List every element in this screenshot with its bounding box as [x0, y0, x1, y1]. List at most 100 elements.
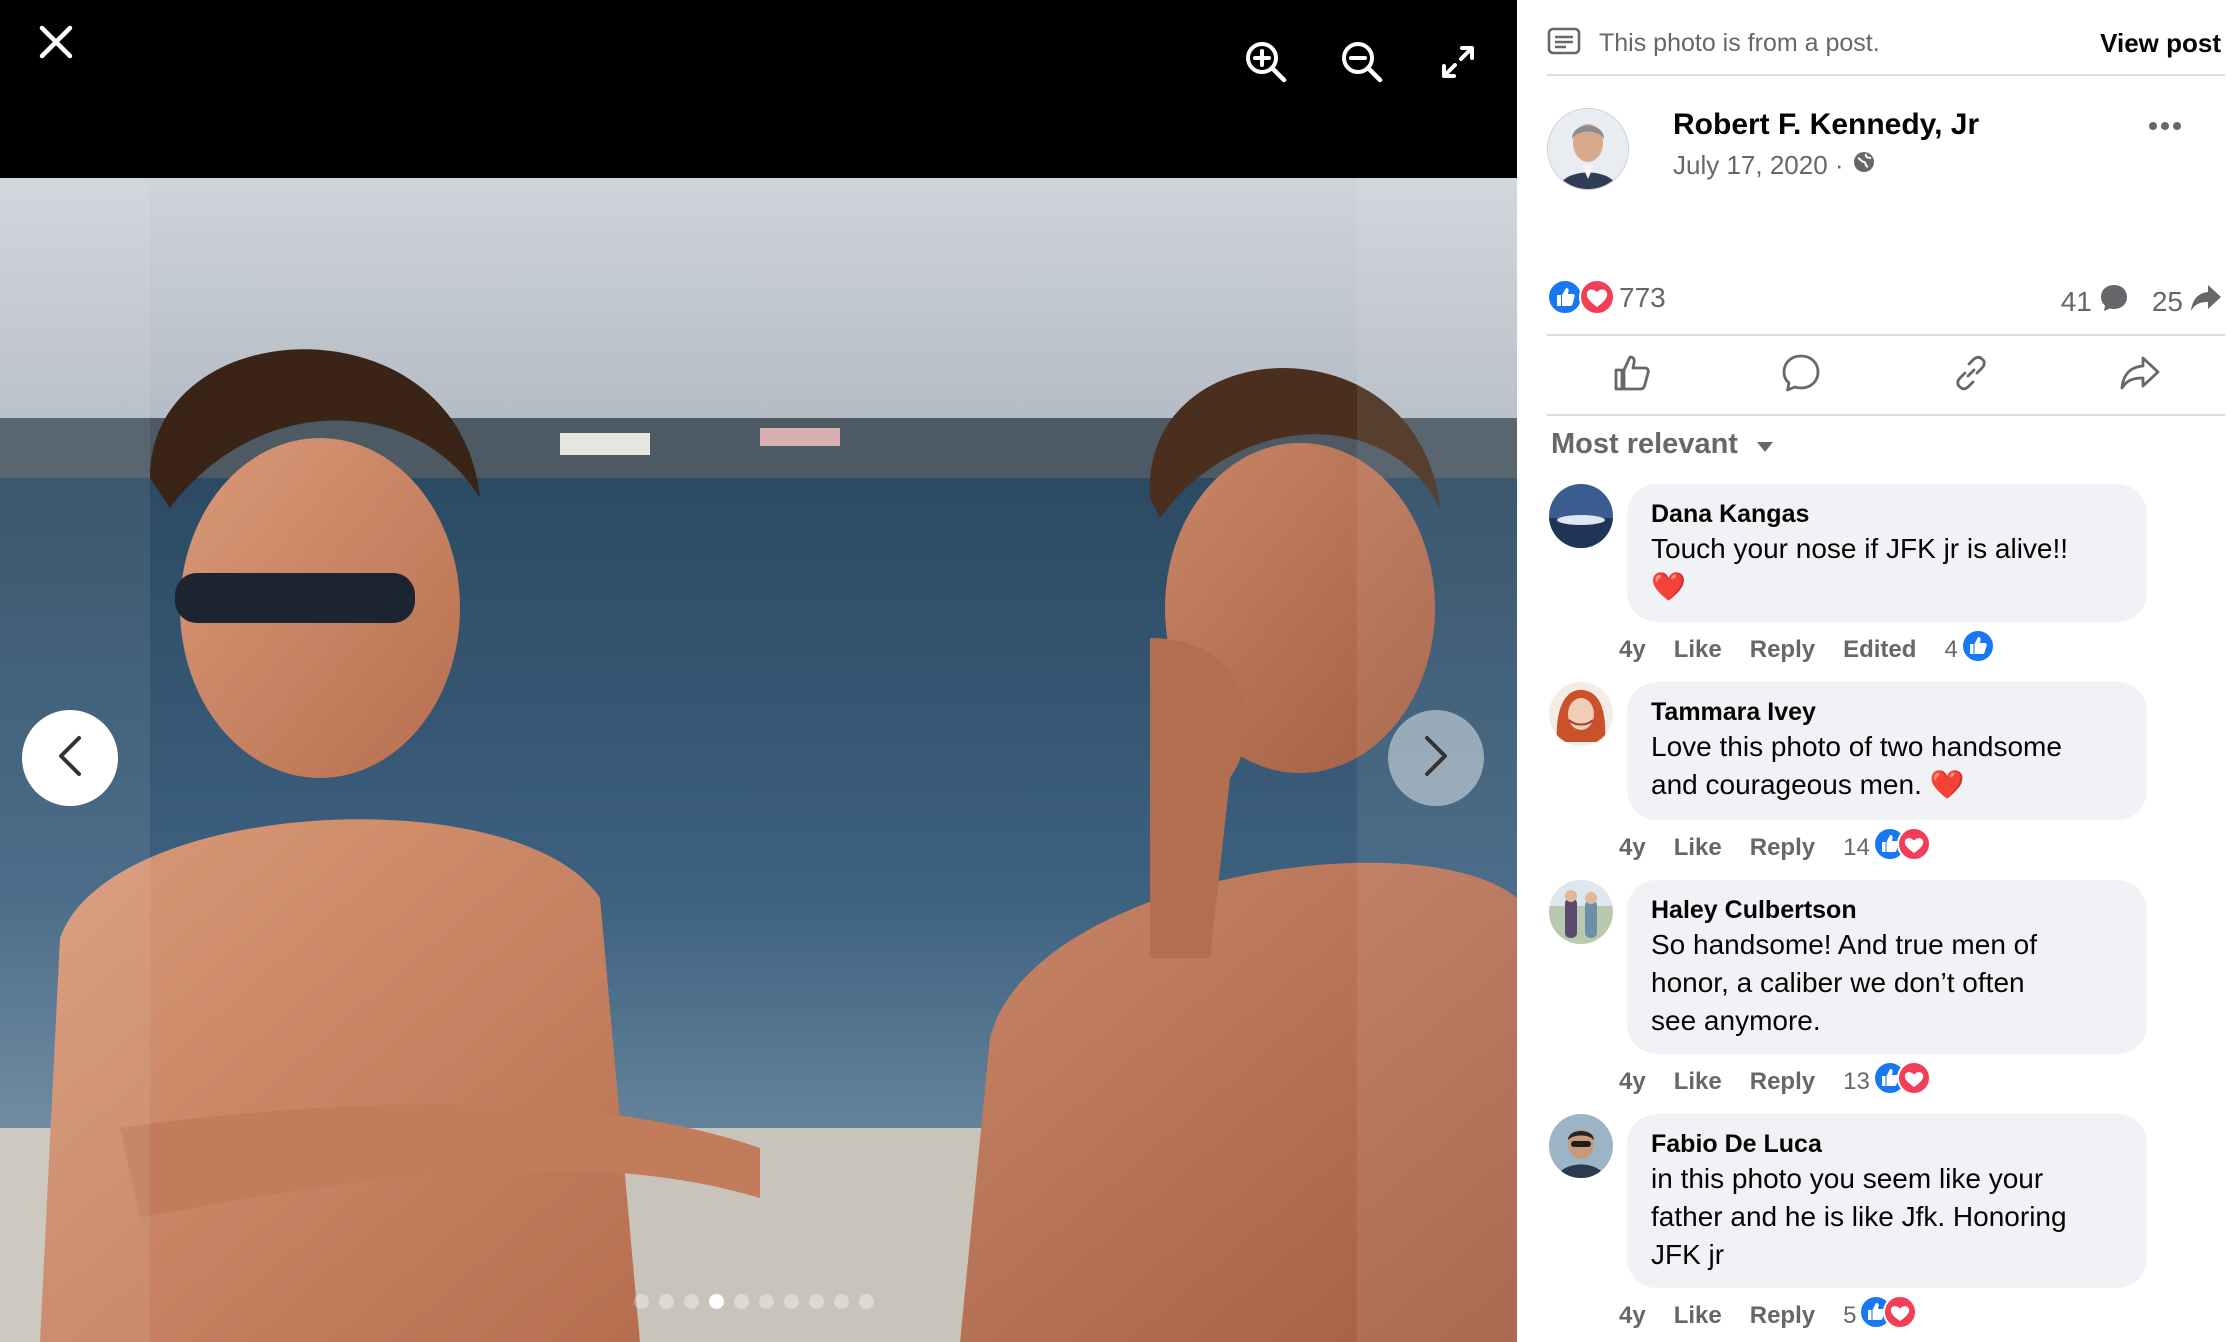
- post-stats: 773 41 25: [1547, 276, 2225, 318]
- close-icon[interactable]: [36, 22, 76, 62]
- comment-bubble: Dana Kangas Touch your nose if JFK jr is…: [1627, 484, 2147, 622]
- post-date: July 17, 2020 ·: [1673, 150, 1876, 181]
- comment-text-line: Love this photo of two handsome: [1651, 731, 2062, 762]
- view-post-link[interactable]: View post: [2100, 28, 2221, 59]
- comment-text-line: Touch your nose if JFK jr is alive!!: [1651, 533, 2069, 564]
- commenter-avatar[interactable]: [1549, 880, 1613, 944]
- comment-bubble-icon: [2098, 282, 2130, 321]
- comment-time[interactable]: 4y: [1619, 636, 1646, 664]
- comment-reaction-count[interactable]: 5: [1843, 1302, 1856, 1330]
- comment-reply-button[interactable]: Reply: [1750, 636, 1815, 664]
- comment-reply-button[interactable]: Reply: [1750, 1068, 1815, 1096]
- author-name[interactable]: Robert F. Kennedy, Jr: [1673, 108, 1979, 142]
- comment-reply-button[interactable]: Reply: [1750, 1302, 1815, 1330]
- pager-dot: [859, 1294, 874, 1309]
- comment-bubble: Fabio De Luca in this photo you seem lik…: [1627, 1114, 2147, 1288]
- comment-count-text: 41: [2060, 285, 2092, 317]
- post-panel: This photo is from a post. View post Rob…: [1517, 0, 2228, 1342]
- divider: [1547, 414, 2225, 416]
- pager-dot: [784, 1294, 799, 1309]
- copy-link-button[interactable]: [1941, 345, 2001, 405]
- divider: [1547, 74, 2225, 76]
- zoom-out-icon[interactable]: [1340, 40, 1384, 84]
- comment-like-button[interactable]: Like: [1674, 834, 1722, 862]
- comment-text-line: father and he is like Jfk. Honoring: [1651, 1201, 2067, 1232]
- pager-dot: [759, 1294, 774, 1309]
- share-count[interactable]: 25: [2152, 283, 2223, 320]
- comment-text-line: honor, a caliber we don’t often: [1651, 967, 2025, 998]
- post-icon: [1547, 27, 1581, 60]
- like-love-reaction-icons[interactable]: [1858, 1294, 1918, 1337]
- like-reaction-icon[interactable]: [1960, 628, 1996, 671]
- pager-dot: [809, 1294, 824, 1309]
- pager-dot: [684, 1294, 699, 1309]
- fullscreen-icon[interactable]: [1440, 44, 1476, 80]
- comment-count[interactable]: 41: [2061, 282, 2130, 321]
- next-photo-button[interactable]: [1388, 710, 1484, 806]
- comment-text-line: So handsome! And true men of: [1651, 929, 2038, 960]
- comment-time[interactable]: 4y: [1619, 1302, 1646, 1330]
- share-button[interactable]: [2110, 345, 2170, 405]
- commenter-name[interactable]: Haley Culbertson: [1651, 894, 2123, 926]
- link-icon: [1950, 352, 1992, 399]
- comment-meta: 4y Like Reply 13: [1619, 1060, 1932, 1103]
- pager-dot: [834, 1294, 849, 1309]
- comment-like-button[interactable]: Like: [1674, 1302, 1722, 1330]
- source-row: This photo is from a post. View post: [1547, 14, 2225, 72]
- pager-dot: [734, 1294, 749, 1309]
- comment-text-line: in this photo you seem like your: [1651, 1163, 2044, 1194]
- commenter-avatar[interactable]: [1549, 682, 1613, 746]
- commenter-name[interactable]: Fabio De Luca: [1651, 1128, 2123, 1160]
- commenter-avatar[interactable]: [1549, 484, 1613, 548]
- commenter-avatar[interactable]: [1549, 1114, 1613, 1178]
- globe-icon: [1852, 150, 1876, 181]
- comment-reaction-count[interactable]: 13: [1843, 1068, 1870, 1096]
- comment-time[interactable]: 4y: [1619, 834, 1646, 862]
- comment-text-line: see anymore.: [1651, 1005, 1821, 1036]
- pager-dot: [659, 1294, 674, 1309]
- post-actions: [1547, 340, 2225, 410]
- comment-meta: 4y Like Reply 5: [1619, 1294, 1918, 1337]
- share-icon: [2119, 352, 2161, 399]
- engagement-counts: 41 25: [2039, 282, 2223, 321]
- more-options-icon[interactable]: [2148, 118, 2182, 136]
- author-avatar[interactable]: [1547, 108, 1629, 190]
- like-button[interactable]: [1602, 345, 1662, 405]
- commenter-name[interactable]: Dana Kangas: [1651, 498, 2123, 530]
- like-love-reaction-icons[interactable]: [1872, 1060, 1932, 1103]
- photo-pager: [634, 1294, 874, 1309]
- comment-button[interactable]: [1771, 345, 1831, 405]
- comment-like-button[interactable]: Like: [1674, 1068, 1722, 1096]
- comment-reaction-count[interactable]: 14: [1843, 834, 1870, 862]
- post-date-text[interactable]: July 17, 2020 ·: [1673, 150, 1844, 181]
- zoom-in-icon[interactable]: [1244, 40, 1288, 84]
- thumbs-up-icon: [1611, 352, 1653, 399]
- comment-text-line: and courageous men. ❤️: [1651, 769, 1965, 800]
- chevron-right-icon: [1421, 734, 1451, 783]
- like-love-reaction-icons[interactable]: [1872, 826, 1932, 869]
- divider: [1547, 334, 2225, 336]
- pager-dot-active: [709, 1294, 724, 1309]
- comment-sort-dropdown[interactable]: Most relevant: [1551, 428, 1774, 461]
- previous-photo-button[interactable]: [22, 710, 118, 806]
- comment-bubble: Tammara Ivey Love this photo of two hand…: [1627, 682, 2147, 820]
- post-photo: [0, 178, 1517, 1342]
- share-arrow-icon: [2189, 283, 2223, 320]
- reaction-icons[interactable]: [1547, 279, 1617, 315]
- comment-icon: [1780, 352, 1822, 399]
- comment-time[interactable]: 4y: [1619, 1068, 1646, 1096]
- caret-down-icon: [1756, 428, 1774, 461]
- comment-text-line: ❤️: [1651, 571, 1686, 602]
- reaction-count[interactable]: 773: [1619, 282, 1666, 314]
- comment-reaction-count[interactable]: 4: [1944, 636, 1957, 664]
- comment-reply-button[interactable]: Reply: [1750, 834, 1815, 862]
- share-count-text: 25: [2151, 285, 2183, 317]
- source-text: This photo is from a post.: [1599, 28, 1880, 57]
- comment-edited-label[interactable]: Edited: [1843, 636, 1916, 664]
- comment-text-line: JFK jr: [1651, 1239, 1725, 1270]
- comment-meta: 4y Like Reply 14: [1619, 826, 1932, 869]
- comment-bubble: Haley Culbertson So handsome! And true m…: [1627, 880, 2147, 1054]
- comment-like-button[interactable]: Like: [1674, 636, 1722, 664]
- commenter-name[interactable]: Tammara Ivey: [1651, 696, 2123, 728]
- pager-dot: [634, 1294, 649, 1309]
